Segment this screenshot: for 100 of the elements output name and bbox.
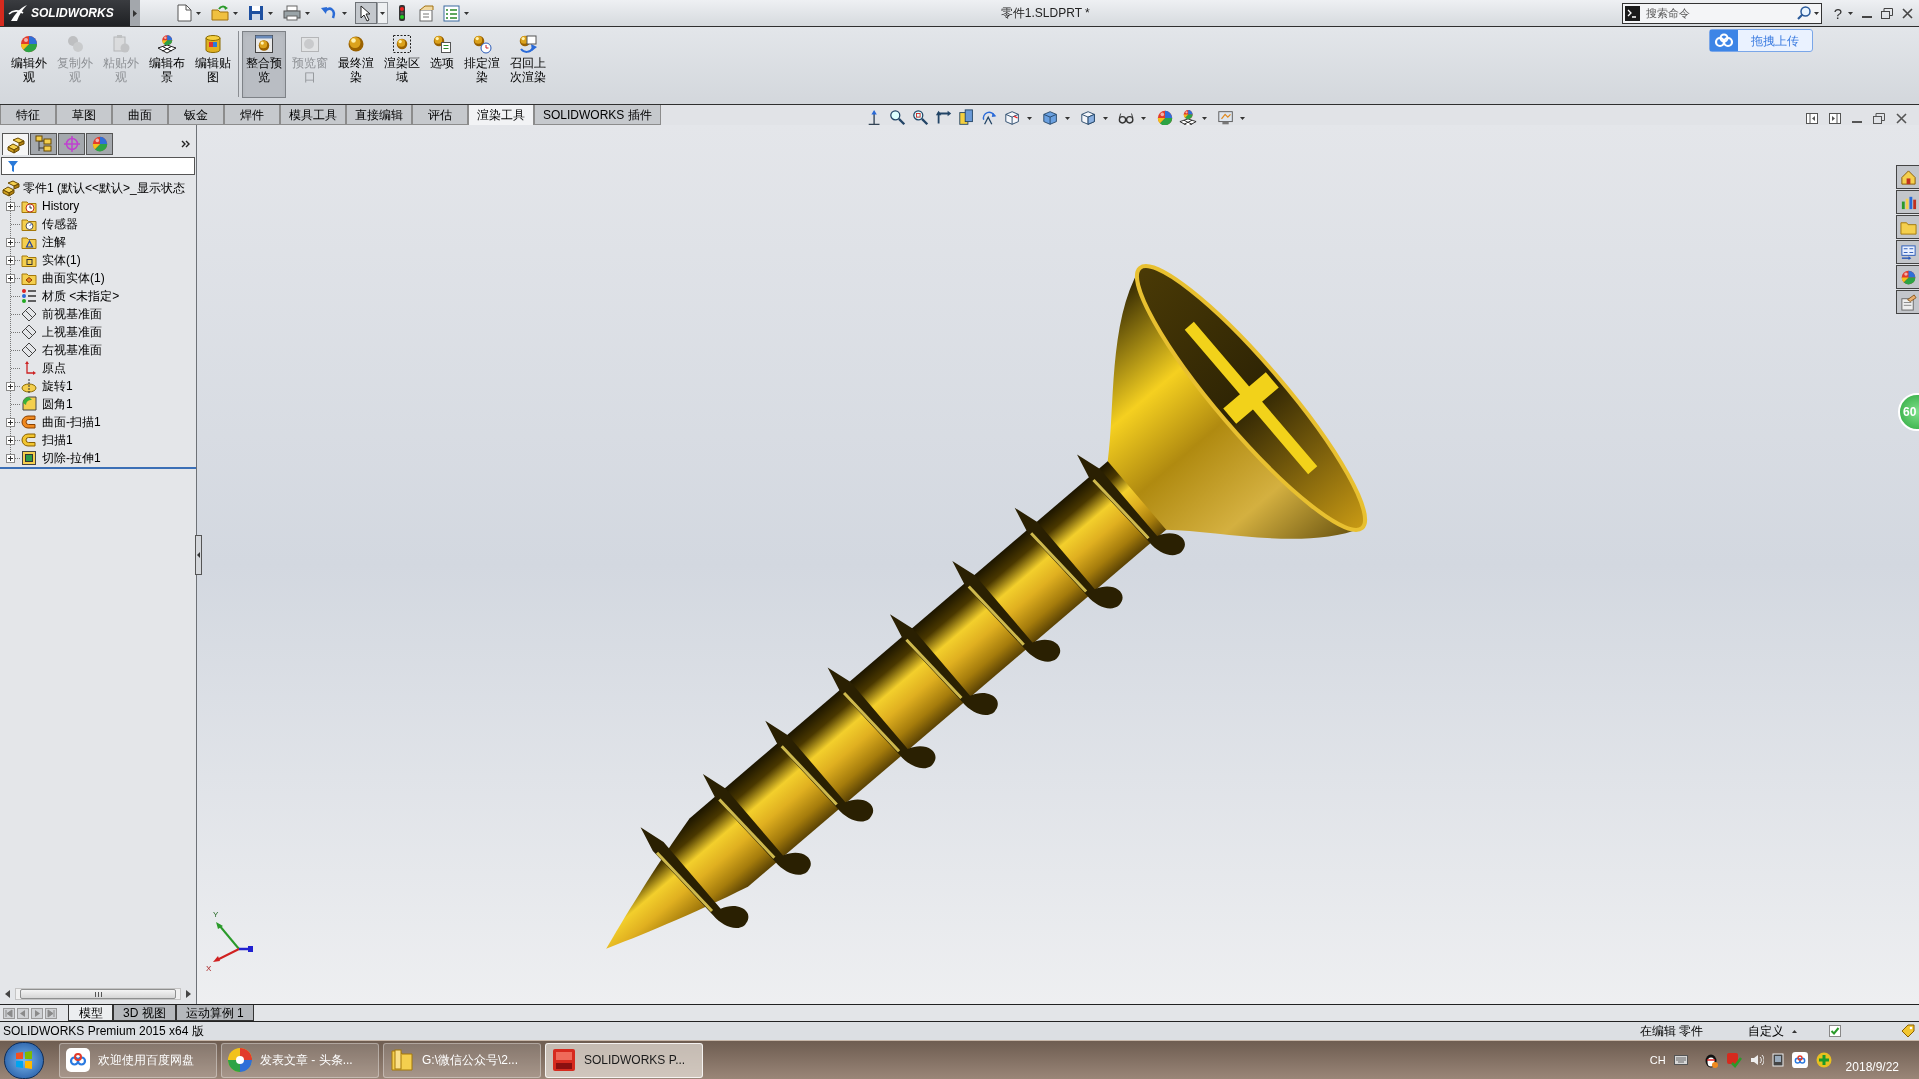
tab[interactable]: 模型 [68,1005,113,1021]
dropdown-caret-icon[interactable] [233,11,238,15]
dropdown-caret-icon[interactable] [1065,116,1070,120]
undo-icon[interactable] [320,5,338,21]
cloud-app-icon[interactable] [1791,1052,1808,1068]
scrollbar-thumb[interactable] [20,989,176,999]
traffic-light-icon[interactable] [398,4,406,22]
expand-plus-icon[interactable] [6,453,15,463]
tree-item[interactable]: 实体(1) [42,251,81,269]
tree-item[interactable]: 上视基准面 [42,323,102,341]
tree-item[interactable]: 旋转1 [42,377,73,395]
panel-tab[interactable] [86,133,113,155]
scroll-right-icon[interactable] [186,990,191,998]
tree-item[interactable]: 曲面-扫描1 [42,413,101,431]
zoom-fit-icon[interactable] [889,109,907,127]
tile-left-icon[interactable] [1806,112,1818,124]
menu-expand-button[interactable] [130,0,140,26]
tile-right-icon[interactable] [1829,112,1841,124]
close-icon[interactable] [1896,112,1907,124]
search-box[interactable]: 搜索命令 [1621,2,1822,24]
penguin-icon[interactable] [1703,1052,1718,1068]
ribbon-button[interactable]: 召回上次渲染 [506,31,550,98]
expand-plus-icon[interactable] [6,381,15,391]
taskbar-button[interactable]: 欢迎使用百度网盘 [59,1042,217,1078]
ribbon-button[interactable]: 渲染区域 [380,31,424,98]
section-cube-icon[interactable] [1004,109,1022,127]
tree-item[interactable]: 材质 <未指定> [42,287,120,305]
task-pane-tab[interactable] [1896,290,1919,314]
help-button[interactable]: ? [1833,5,1842,21]
ribbon-button[interactable]: 最终渲染 [334,31,378,98]
tree-item[interactable]: 扫描1 [42,431,73,449]
tree-item[interactable]: 传感器 [42,215,78,233]
tab[interactable]: 特征 [0,105,56,125]
dropdown-caret-icon[interactable] [196,11,201,15]
dropdown-caret-icon[interactable] [1848,11,1853,15]
ribbon-button[interactable]: 整合预览 [242,31,286,98]
cube-outline-icon[interactable] [1080,109,1098,127]
tab[interactable]: 直接编辑 [346,105,412,125]
search-input[interactable]: 搜索命令 [1645,4,1797,22]
expand-plus-icon[interactable] [6,237,15,247]
tree-item[interactable]: 圆角1 [42,395,73,413]
dropdown-caret-icon[interactable] [380,11,385,15]
app-tile-check-icon[interactable] [1725,1052,1742,1068]
upload-button[interactable]: 拖拽上传 [1709,29,1813,52]
dropdown-caret-icon[interactable] [1103,116,1108,120]
document-stack-icon[interactable] [418,4,435,22]
next-icon[interactable] [31,1007,43,1019]
tree-item[interactable]: 切除-拉伸1 [42,449,101,467]
printer-icon[interactable] [283,5,301,21]
tab[interactable]: 曲面 [112,105,168,125]
tab[interactable]: 3D 视图 [113,1005,176,1021]
panel-tab[interactable] [2,133,29,155]
panel-tab[interactable] [58,133,85,155]
dropdown-caret-icon[interactable] [464,11,469,15]
checklist-icon[interactable] [443,4,460,22]
new-document-icon[interactable] [176,4,192,22]
close-icon[interactable] [1902,7,1913,19]
shaded-cube-icon[interactable] [1042,109,1060,127]
double-chevron-icon[interactable] [181,140,190,148]
taskbar-button[interactable]: SOLIDWORKS P... [545,1042,703,1078]
zoom-area-icon[interactable] [912,109,930,127]
tab[interactable]: 钣金 [168,105,224,125]
plus-circle-icon[interactable] [1815,1052,1832,1068]
tab[interactable]: 运动算例 1 [175,1005,254,1021]
rotating-arrow-icon[interactable] [981,109,999,127]
language-indicator[interactable]: CH [1649,1051,1666,1069]
tree-item[interactable]: 曲面实体(1) [42,269,105,287]
section-view-icon[interactable] [958,109,976,127]
task-pane-tab[interactable] [1896,215,1919,239]
keyboard-icon[interactable] [1673,1055,1688,1065]
tab[interactable]: 模具工具 [280,105,346,125]
dropdown-caret-icon[interactable] [305,11,310,15]
dropdown-caret-icon[interactable] [268,11,273,15]
expand-plus-icon[interactable] [6,255,15,265]
dropdown-caret-icon[interactable] [1240,116,1245,120]
ribbon-button[interactable]: 编辑外观 [7,31,51,98]
expand-plus-icon[interactable] [6,435,15,445]
dropdown-caret-icon[interactable] [342,11,347,15]
tree-item[interactable]: 前视基准面 [42,305,102,323]
select-tool-button[interactable] [355,2,377,24]
task-pane-tab[interactable] [1896,165,1919,189]
caret-up-icon[interactable] [1792,1029,1797,1033]
panel-splitter-handle[interactable] [195,535,202,575]
tab[interactable]: 焊件 [224,105,280,125]
tree-item[interactable]: 右视基准面 [42,341,102,359]
speaker-icon[interactable] [1749,1054,1764,1066]
tab[interactable]: 渲染工具 [468,105,534,125]
taskbar-button[interactable]: G:\微信公众号\2... [383,1042,541,1078]
tree-item[interactable]: 原点 [42,359,66,377]
clock-date[interactable]: 2018/9/22 [1845,1058,1899,1076]
expand-plus-icon[interactable] [6,417,15,427]
dropdown-caret-icon[interactable] [1027,116,1032,120]
ribbon-button[interactable]: 编辑布景 [145,31,189,98]
task-pane-tab[interactable] [1896,265,1919,289]
tab[interactable]: SOLIDWORKS 插件 [534,105,661,125]
search-icon[interactable] [1796,6,1811,20]
skip-start-icon[interactable] [3,1007,15,1019]
units-selector[interactable]: 自定义 [1748,1022,1792,1040]
select-dropdown-button[interactable] [377,2,388,24]
start-button[interactable] [4,1041,44,1079]
